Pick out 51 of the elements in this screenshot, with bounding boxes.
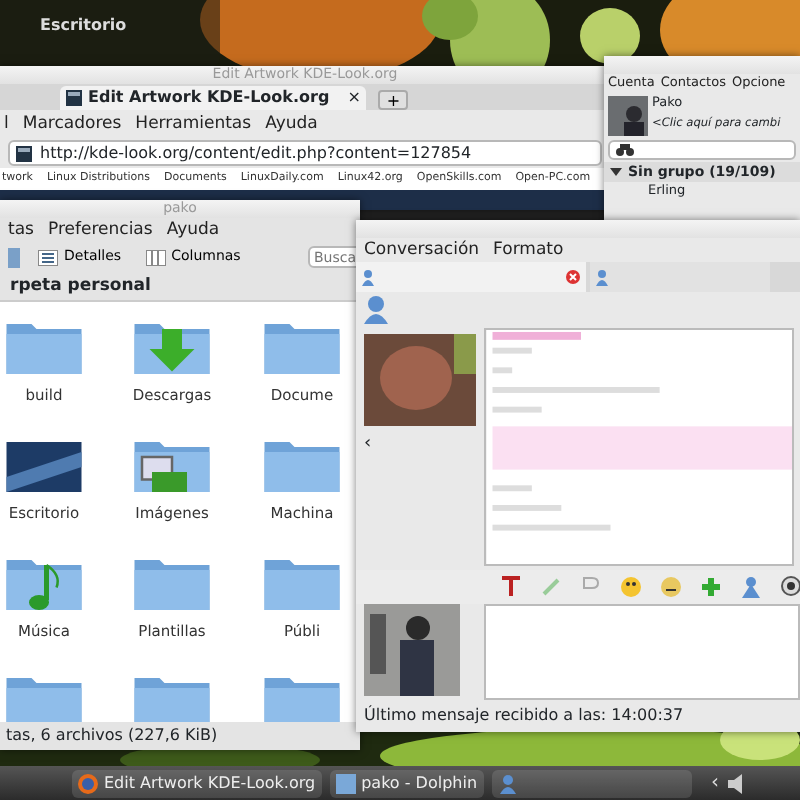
taskbar-button[interactable]: Edit Artwork KDE-Look.org <box>72 769 322 797</box>
menu-item[interactable]: Herramientas <box>135 114 252 135</box>
avatar-icon <box>608 95 648 136</box>
smiley-icon[interactable] <box>660 576 682 599</box>
message-input[interactable] <box>484 604 800 701</box>
address-bar[interactable]: http://kde-look.org/content/edit.php?content=127854 <box>8 140 602 167</box>
binoculars-icon <box>616 143 634 156</box>
browser-tab[interactable]: Edit Artwork KDE-Look.org × <box>60 86 367 110</box>
person-icon <box>364 296 388 325</box>
expanded-arrow-icon <box>610 165 622 178</box>
page-icon <box>66 90 82 106</box>
details-icon <box>38 249 58 266</box>
person-icon[interactable] <box>740 576 762 599</box>
icons-view-icon[interactable] <box>8 247 20 268</box>
person-icon <box>497 773 518 793</box>
widget-title: Escritorio <box>40 16 127 36</box>
collapse-button[interactable]: ‹ <box>364 434 476 456</box>
add-icon[interactable] <box>700 576 722 599</box>
person-icon <box>362 269 374 286</box>
menu-item[interactable]: Ayuda <box>265 114 318 135</box>
taskbar-button[interactable] <box>491 769 692 797</box>
close-button[interactable]: × <box>347 88 361 108</box>
chat-tab[interactable] <box>356 262 586 293</box>
status-text: Último mensaje recibido a las: 14:00:37 <box>362 703 686 729</box>
menu-item[interactable]: Conversación <box>364 240 480 261</box>
blurred-avatar-icon <box>364 334 476 427</box>
menu-item[interactable]: tas <box>8 220 34 241</box>
text-color-icon[interactable] <box>500 576 522 599</box>
columns-icon <box>145 249 166 266</box>
new-tab-button[interactable]: + <box>378 90 409 110</box>
webcam-icon[interactable] <box>780 576 800 599</box>
tab-label: Edit Artwork KDE-Look.org <box>88 88 330 108</box>
menu-item[interactable]: Ayuda <box>166 220 220 241</box>
search-field[interactable] <box>608 139 796 160</box>
pager-arrow[interactable]: ‹ <box>711 771 720 795</box>
menu-item[interactable]: Formato <box>493 240 564 261</box>
menu-item[interactable]: Marcadores <box>22 114 122 135</box>
person-icon <box>596 269 608 286</box>
speaker-icon[interactable] <box>727 773 748 793</box>
close-icon[interactable] <box>566 270 580 285</box>
folder-icon <box>335 773 356 793</box>
smiley-icon[interactable] <box>620 576 642 599</box>
highlight-icon[interactable] <box>540 576 562 599</box>
url-text: http://kde-look.org/content/edit.php?content=127854 <box>40 143 472 163</box>
avatar-icon <box>364 604 460 697</box>
menu-item[interactable]: l <box>4 114 9 135</box>
page-icon <box>16 145 32 162</box>
taskbar-button[interactable]: pako - Dolphin <box>329 769 484 797</box>
menu-item[interactable]: Preferencias <box>47 220 153 241</box>
status-text: tas, 6 archivos (227,6 KiB) <box>4 724 220 748</box>
browser-icon <box>78 773 98 793</box>
